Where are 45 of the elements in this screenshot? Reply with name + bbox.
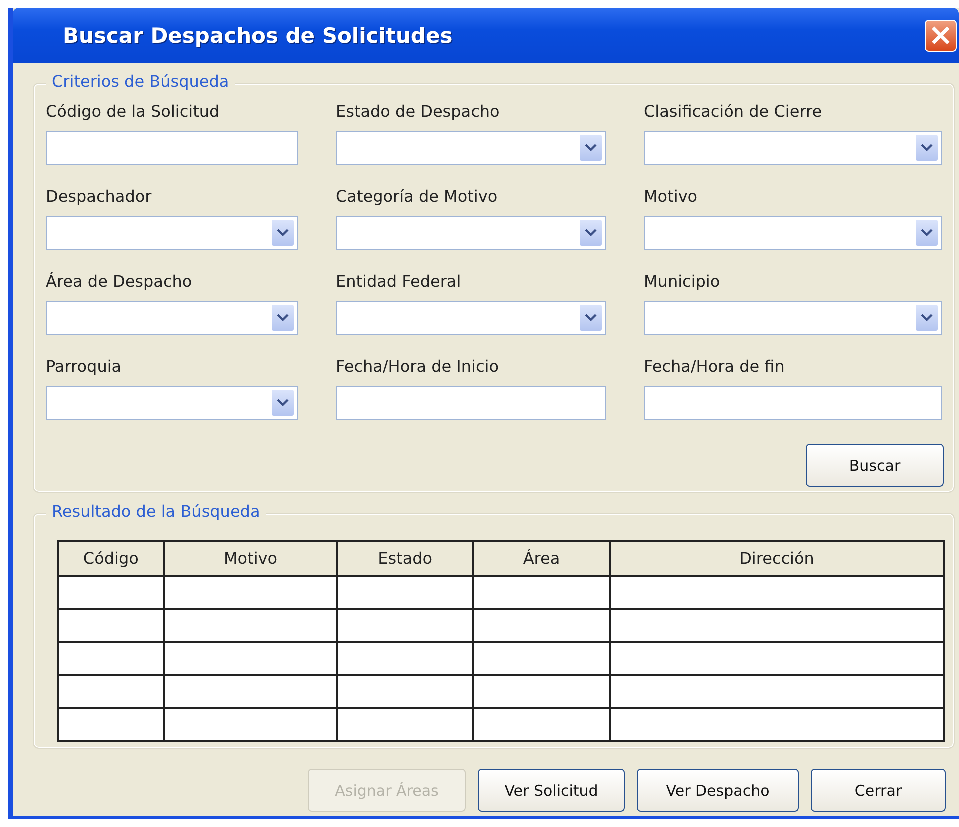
group-legend: Criterios de Búsqueda xyxy=(46,72,236,91)
dropdown-field[interactable] xyxy=(46,216,298,250)
field-label: Clasificación de Cierre xyxy=(644,102,824,121)
column-header: Código xyxy=(58,541,164,576)
column-header: Dirección xyxy=(610,541,944,576)
field-label: Entidad Federal xyxy=(336,272,462,291)
dialog-button[interactable]: Cerrar xyxy=(811,769,946,812)
chevron-down-icon xyxy=(921,229,933,237)
field-label: Categoría de Motivo xyxy=(336,187,499,206)
dialog-button[interactable]: Ver Solicitud xyxy=(478,769,625,812)
field-label: Motivo xyxy=(644,187,699,206)
chevron-down-icon xyxy=(921,314,933,322)
text-field[interactable] xyxy=(46,131,298,165)
dropdown-field[interactable] xyxy=(644,131,942,165)
chevron-down-icon xyxy=(277,229,289,237)
dialog-button[interactable]: Ver Despacho xyxy=(637,769,799,812)
dropdown-field[interactable] xyxy=(336,216,606,250)
text-field[interactable] xyxy=(644,386,942,420)
window-title: Buscar Despachos de Solicitudes xyxy=(63,24,453,48)
column-header: Estado xyxy=(337,541,474,576)
field-label: Estado de Despacho xyxy=(336,102,501,121)
field-label: Despachador xyxy=(46,187,153,206)
chevron-down-icon xyxy=(277,314,289,322)
field-label: Fecha/Hora de Inicio xyxy=(336,357,500,376)
column-header: Área xyxy=(473,541,610,576)
field-label: Fecha/Hora de fin xyxy=(644,357,786,376)
chevron-down-icon xyxy=(921,144,933,152)
field-label: Código de la Solicitud xyxy=(46,102,221,121)
group-legend: Resultado de la Búsqueda xyxy=(46,502,266,521)
chevron-down-icon xyxy=(585,229,597,237)
chevron-down-icon xyxy=(585,314,597,322)
dropdown-field[interactable] xyxy=(336,131,606,165)
dropdown-field[interactable] xyxy=(644,301,942,335)
chevron-down-icon xyxy=(585,144,597,152)
dropdown-field[interactable] xyxy=(644,216,942,250)
dropdown-field[interactable] xyxy=(46,386,298,420)
search-button[interactable]: Buscar xyxy=(806,444,944,487)
field-label: Área de Despacho xyxy=(46,272,194,291)
column-header: Motivo xyxy=(164,541,338,576)
dropdown-field[interactable] xyxy=(336,301,606,335)
dropdown-field[interactable] xyxy=(46,301,298,335)
field-label: Municipio xyxy=(644,272,722,291)
chevron-down-icon xyxy=(277,399,289,407)
field-label: Parroquia xyxy=(46,357,123,376)
text-field[interactable] xyxy=(336,386,606,420)
